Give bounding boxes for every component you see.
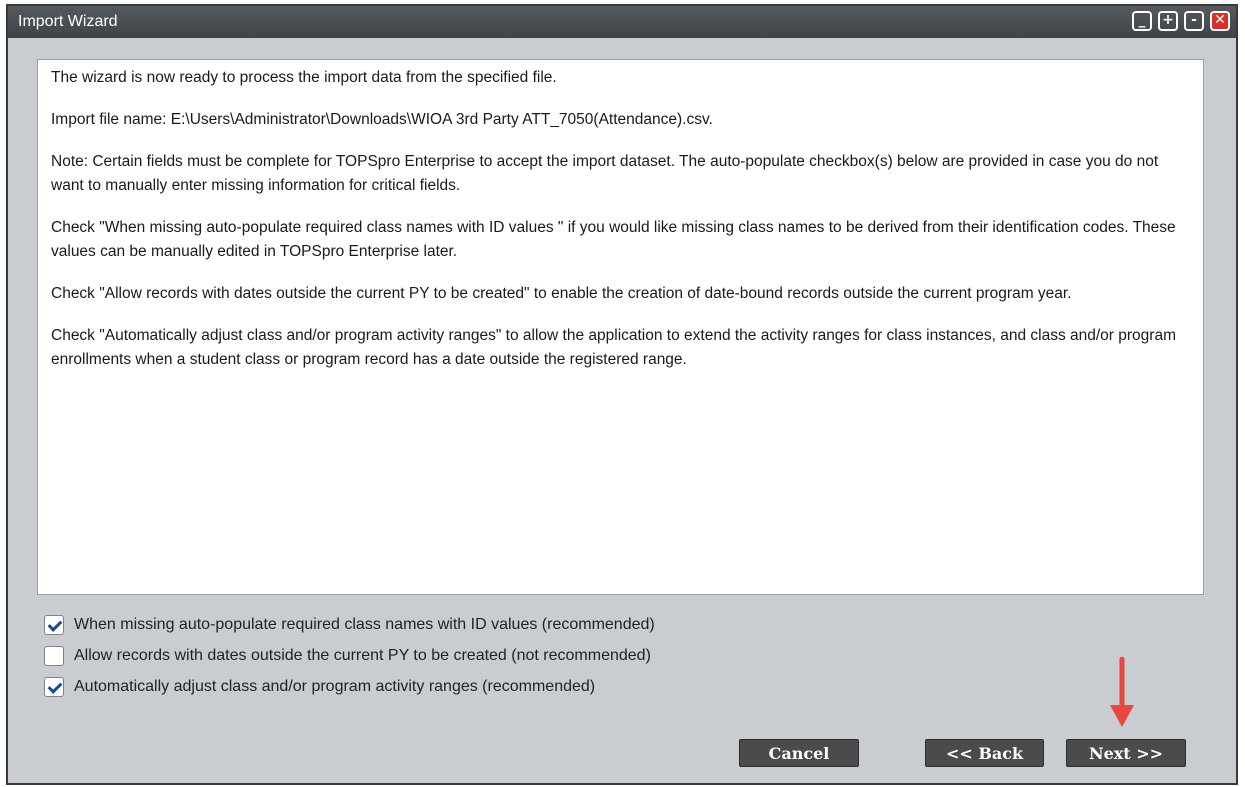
back-button[interactable]: << Back <box>925 739 1044 767</box>
window-title: Import Wizard <box>18 13 118 30</box>
checkbox-class-names[interactable] <box>44 614 64 635</box>
minimize-button[interactable]: _ <box>1132 11 1152 31</box>
title-bar[interactable]: Import Wizard _ + - ✕ <box>8 6 1236 38</box>
checkbox-row-class-names[interactable]: When missing auto-populate required clas… <box>44 609 655 640</box>
checkbox-activity-ranges[interactable] <box>44 676 64 697</box>
import-file-name: Import file name: E:\Users\Administrator… <box>51 111 713 128</box>
checkbox-dates-outside[interactable] <box>44 645 64 666</box>
wizard-description-panel: The wizard is now ready to process the i… <box>37 59 1204 595</box>
checkbox-label[interactable]: When missing auto-populate required clas… <box>74 616 655 634</box>
activity-ranges-help: Check "Automatically adjust class and/or… <box>51 327 1176 368</box>
note-text: Note: Certain fields must be complete fo… <box>51 153 1159 194</box>
checkbox-label[interactable]: Automatically adjust class and/or progra… <box>74 678 595 696</box>
next-button[interactable]: Next >> <box>1066 739 1186 767</box>
close-button[interactable]: ✕ <box>1210 11 1230 31</box>
cancel-button[interactable]: Cancel <box>739 739 859 767</box>
checkbox-row-dates-outside[interactable]: Allow records with dates outside the cur… <box>44 640 655 671</box>
checkbox-row-activity-ranges[interactable]: Automatically adjust class and/or progra… <box>44 671 655 702</box>
options-checkboxes: When missing auto-populate required clas… <box>44 609 655 702</box>
window-controls: _ + - ✕ <box>1132 11 1230 31</box>
annotation-arrow-icon <box>1110 657 1134 727</box>
maximize-button[interactable]: + <box>1158 11 1178 31</box>
ready-message: The wizard is now ready to process the i… <box>51 69 557 86</box>
dates-outside-help: Check "Allow records with dates outside … <box>51 285 1072 302</box>
checkbox-label[interactable]: Allow records with dates outside the cur… <box>74 647 651 665</box>
class-names-help: Check "When missing auto-populate requir… <box>51 219 1176 260</box>
restore-button[interactable]: - <box>1184 11 1204 31</box>
